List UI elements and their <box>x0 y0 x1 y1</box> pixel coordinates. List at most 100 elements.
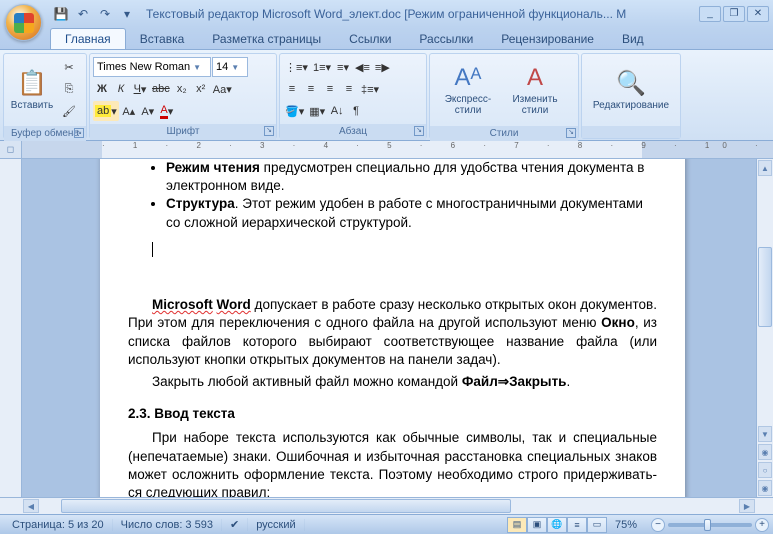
change-styles-icon: A <box>527 64 543 92</box>
shrink-font-button[interactable]: A▾ <box>139 101 157 121</box>
doc-heading: 2.3. Ввод текста <box>128 405 657 423</box>
zoom-in-button[interactable]: + <box>755 518 769 532</box>
scroll-right-button[interactable]: ▶ <box>739 499 755 513</box>
group-styles: Aᴬ Экспресс-стили A Изменить стили Стили… <box>429 53 579 139</box>
scroll-left-button[interactable]: ◀ <box>23 499 39 513</box>
justify-button[interactable]: ≡ <box>340 79 358 99</box>
align-left-button[interactable]: ≡ <box>283 79 301 99</box>
status-page[interactable]: Страница: 5 из 20 <box>4 519 113 531</box>
change-styles-button[interactable]: A Изменить стили <box>506 57 564 123</box>
tab-mailings[interactable]: Рассылки <box>405 29 487 49</box>
paste-button[interactable]: 📋 Вставить <box>7 57 57 123</box>
subscript-button[interactable]: x₂ <box>173 79 191 99</box>
scroll-thumb[interactable] <box>758 247 772 327</box>
group-paragraph-label: Абзац <box>339 126 367 137</box>
paste-icon: 📋 <box>17 69 47 98</box>
doc-text: Word <box>217 297 251 312</box>
borders-button[interactable]: ▦▾ <box>307 101 327 121</box>
view-print-layout[interactable]: ▤ <box>507 517 527 533</box>
doc-text: Закрыть любой активный файл можно команд… <box>152 374 462 389</box>
document-scroll[interactable]: Режим чтения предусмотрен специально для… <box>22 159 756 497</box>
document-area: ◻ · 1 · 2 · 3 · 4 · 5 · 6 · 7 · 8 · 9 · … <box>0 141 773 514</box>
vertical-scrollbar[interactable]: ▲ ▼ ◉ ○ ◉ <box>756 159 773 497</box>
tab-references[interactable]: Ссылки <box>335 29 405 49</box>
line-spacing-button[interactable]: ‡≡▾ <box>359 79 381 99</box>
font-size-combo[interactable]: 14▼ <box>212 57 248 77</box>
scroll-up-button[interactable]: ▲ <box>758 160 772 176</box>
view-draft[interactable]: ▭ <box>587 517 607 533</box>
increase-indent-button[interactable]: ≡▶ <box>373 57 392 77</box>
view-web[interactable]: 🌐 <box>547 517 567 533</box>
group-clipboard-label: Буфер обмена <box>11 128 79 139</box>
zoom-slider-handle[interactable] <box>704 519 711 531</box>
window-title: Текстовый редактор Microsoft Word_элект.… <box>136 7 699 21</box>
vertical-ruler[interactable] <box>0 159 22 497</box>
tab-view[interactable]: Вид <box>608 29 658 49</box>
doc-text: Ок­но <box>601 315 635 330</box>
ribbon-tabs: Главная Вставка Разметка страницы Ссылки… <box>0 27 773 49</box>
next-page-button[interactable]: ◉ <box>758 480 772 496</box>
close-button[interactable]: ✕ <box>747 6 769 22</box>
scroll-down-button[interactable]: ▼ <box>758 426 772 442</box>
titlebar: 💾 ↶ ↷ ▾ Текстовый редактор Microsoft Wor… <box>0 0 773 27</box>
numbering-button[interactable]: 1≡▾ <box>311 57 333 77</box>
group-font: Times New Roman▼ 14▼ Ж К Ч▾ abc x₂ x² Aa… <box>89 53 277 139</box>
office-button[interactable] <box>5 4 42 41</box>
zoom-level[interactable]: 75% <box>607 519 645 531</box>
sort-button[interactable]: A↓ <box>328 101 346 121</box>
zoom-slider[interactable] <box>668 523 752 527</box>
copy-button[interactable]: ⎘ <box>60 79 78 99</box>
paragraph-launcher[interactable]: ↘ <box>414 126 424 136</box>
prev-page-button[interactable]: ◉ <box>758 444 772 460</box>
underline-button[interactable]: Ч▾ <box>131 79 149 99</box>
quick-styles-icon: Aᴬ <box>455 64 482 92</box>
hscroll-thumb[interactable] <box>61 499 511 513</box>
browse-object-button[interactable]: ○ <box>758 462 772 478</box>
page[interactable]: Режим чтения предусмотрен специально для… <box>100 159 685 497</box>
horizontal-scrollbar[interactable]: ◀ ▶ <box>0 497 773 514</box>
ruler-corner[interactable]: ◻ <box>0 141 22 158</box>
tab-home[interactable]: Главная <box>50 28 126 49</box>
highlight-button[interactable]: ab▾ <box>93 101 119 121</box>
zoom-out-button[interactable]: − <box>651 518 665 532</box>
editing-button[interactable]: 🔍 Редактирование <box>586 57 676 123</box>
font-family-combo[interactable]: Times New Roman▼ <box>93 57 211 77</box>
save-icon[interactable]: 💾 <box>52 5 70 23</box>
qat-more-icon[interactable]: ▾ <box>118 5 136 23</box>
bold-button[interactable]: Ж <box>93 79 111 99</box>
align-right-button[interactable]: ≡ <box>321 79 339 99</box>
show-marks-button[interactable]: ¶ <box>347 101 365 121</box>
redo-icon[interactable]: ↷ <box>96 5 114 23</box>
status-language[interactable]: русский <box>248 519 304 531</box>
superscript-button[interactable]: x² <box>192 79 210 99</box>
clear-format-button[interactable]: Aa▾ <box>211 79 234 99</box>
italic-button[interactable]: К <box>112 79 130 99</box>
status-words[interactable]: Число слов: 3 593 <box>113 519 222 531</box>
decrease-indent-button[interactable]: ◀≡ <box>353 57 372 77</box>
quick-styles-button[interactable]: Aᴬ Экспресс-стили <box>433 57 503 123</box>
shading-button[interactable]: 🪣▾ <box>283 101 306 121</box>
view-full-screen[interactable]: ▣ <box>527 517 547 533</box>
doc-text: Режим чтения <box>166 160 260 175</box>
tab-review[interactable]: Рецензирование <box>487 29 608 49</box>
tab-layout[interactable]: Разметка страницы <box>198 29 335 49</box>
minimize-button[interactable]: _ <box>699 6 721 22</box>
bullets-button[interactable]: ⋮≡▾ <box>283 57 310 77</box>
status-proofing[interactable]: ✔ <box>222 518 248 531</box>
horizontal-ruler[interactable]: ◻ · 1 · 2 · 3 · 4 · 5 · 6 · 7 · 8 · 9 · … <box>0 141 773 159</box>
restore-button[interactable]: ❐ <box>723 6 745 22</box>
font-launcher[interactable]: ↘ <box>264 126 274 136</box>
clipboard-launcher[interactable]: ↘ <box>74 128 84 138</box>
multilevel-button[interactable]: ≡▾ <box>334 57 352 77</box>
format-painter-button[interactable]: 🖌 <box>60 101 78 121</box>
tab-insert[interactable]: Вставка <box>126 29 199 49</box>
font-color-button[interactable]: A▾ <box>158 101 176 121</box>
strike-button[interactable]: abc <box>150 79 172 99</box>
cut-button[interactable]: ✂ <box>60 57 78 77</box>
ribbon: 📋 Вставить ✂ ⎘ 🖌 Буфер обмена↘ Times New… <box>0 49 773 141</box>
align-center-button[interactable]: ≡ <box>302 79 320 99</box>
undo-icon[interactable]: ↶ <box>74 5 92 23</box>
view-outline[interactable]: ≡ <box>567 517 587 533</box>
grow-font-button[interactable]: A▴ <box>120 101 138 121</box>
styles-launcher[interactable]: ↘ <box>566 128 576 138</box>
